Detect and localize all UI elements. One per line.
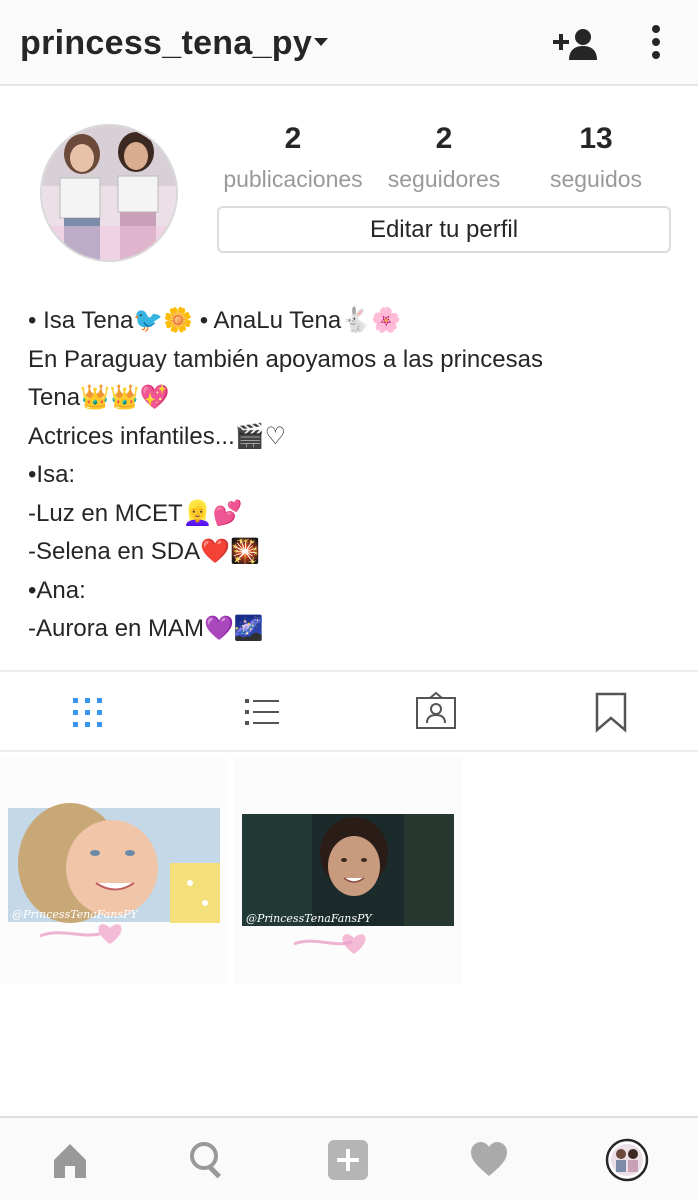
saved-icon[interactable]: [589, 690, 633, 734]
post-thumbnail[interactable]: @PrincessTenaFansPY: [0, 758, 228, 984]
profile-avatar[interactable]: [40, 124, 178, 262]
bio-line: • Isa Tena🐦🌼 • AnaLu Tena🐇🌸: [28, 307, 401, 334]
bottom-nav: [0, 1116, 698, 1200]
bio-line: Actrices infantiles...🎬♡: [28, 422, 287, 450]
posts-count-label: publicaciones: [223, 166, 363, 192]
bio-line: -Aurora en MAM💜🌌: [28, 615, 264, 642]
post-thumbnail[interactable]: @PrincessTenaFansPY: [234, 758, 462, 984]
bio-line: •Ana:: [28, 576, 86, 604]
tagged-icon[interactable]: [414, 690, 458, 734]
home-icon[interactable]: [48, 1138, 92, 1182]
search-icon[interactable]: [186, 1138, 230, 1182]
profile-tabs: [0, 670, 698, 752]
following-count-value: 13: [579, 122, 613, 155]
username-title[interactable]: princess_tena_py: [20, 24, 312, 63]
add-user-icon[interactable]: [553, 26, 599, 62]
posts-count-value: 2: [284, 122, 302, 155]
bio-line: -Selena en SDA❤️🎇: [28, 538, 260, 565]
bio-line: En Paraguay también apoyamos a las princ…: [28, 345, 543, 373]
edit-profile-button[interactable]: Editar tu perfil: [217, 206, 671, 253]
followers-count-value: 2: [435, 122, 453, 155]
add-post-icon[interactable]: [326, 1138, 370, 1182]
grid-icon[interactable]: [65, 690, 109, 734]
followers-count[interactable]: 2 seguidores: [383, 122, 505, 193]
followers-count-label: seguidores: [387, 166, 501, 192]
more-vertical-icon[interactable]: [646, 24, 666, 64]
list-icon[interactable]: [239, 690, 283, 734]
chevron-down-icon[interactable]: [314, 38, 328, 46]
profile-bio: • Isa Tena🐦🌼 • AnaLu Tena🐇🌸 En Paraguay …: [28, 302, 668, 649]
top-bar: princess_tena_py: [0, 0, 698, 86]
activity-heart-icon[interactable]: [467, 1138, 511, 1182]
profile-avatar-icon[interactable]: [605, 1138, 649, 1182]
posts-count: 2 publicaciones: [217, 122, 369, 193]
bio-line: Tena👑👑💖: [28, 384, 170, 411]
post-watermark: @PrincessTenaFansPY: [246, 912, 373, 925]
post-watermark: @PrincessTenaFansPY: [12, 908, 139, 921]
bio-line: -Luz en MCET👱‍♀️💕: [28, 499, 243, 527]
bio-line: •Isa:: [28, 461, 76, 488]
following-count[interactable]: 13 seguidos: [540, 122, 652, 193]
following-count-label: seguidos: [549, 166, 643, 192]
